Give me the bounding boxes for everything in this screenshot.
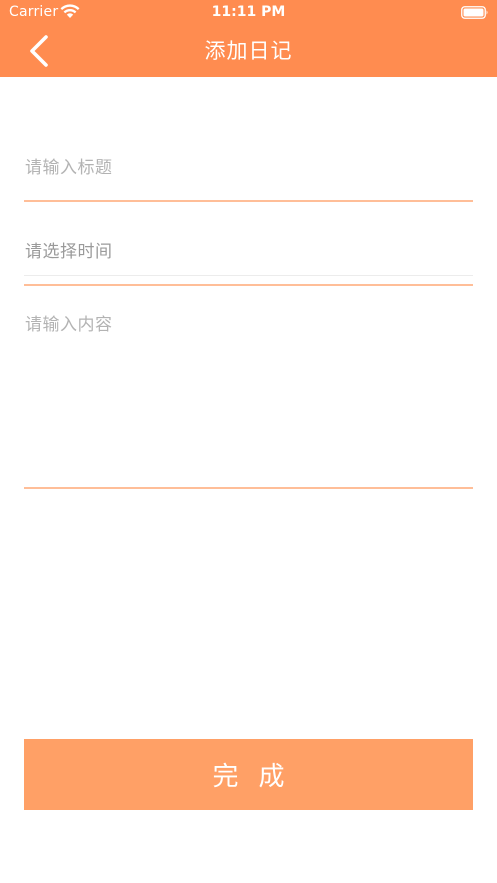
battery-icon <box>461 6 488 19</box>
content-textarea[interactable]: 请输入内容 <box>25 310 473 480</box>
time-underline <box>24 275 473 276</box>
page-title: 添加日记 <box>204 39 293 63</box>
status-time: 11:11 PM <box>211 4 286 20</box>
title-divider <box>24 200 473 202</box>
content-divider <box>24 487 473 489</box>
time-divider <box>24 284 473 286</box>
title-input[interactable]: 请输入标题 <box>25 153 473 179</box>
done-button[interactable]: 完成 <box>24 739 473 810</box>
time-picker-field[interactable]: 请选择时间 <box>25 237 473 263</box>
nav-bar: Carrier 11:11 PM 添加日记 <box>0 0 497 77</box>
status-bar: Carrier 11:11 PM <box>0 0 497 26</box>
done-button-label: 完成 <box>212 762 305 792</box>
